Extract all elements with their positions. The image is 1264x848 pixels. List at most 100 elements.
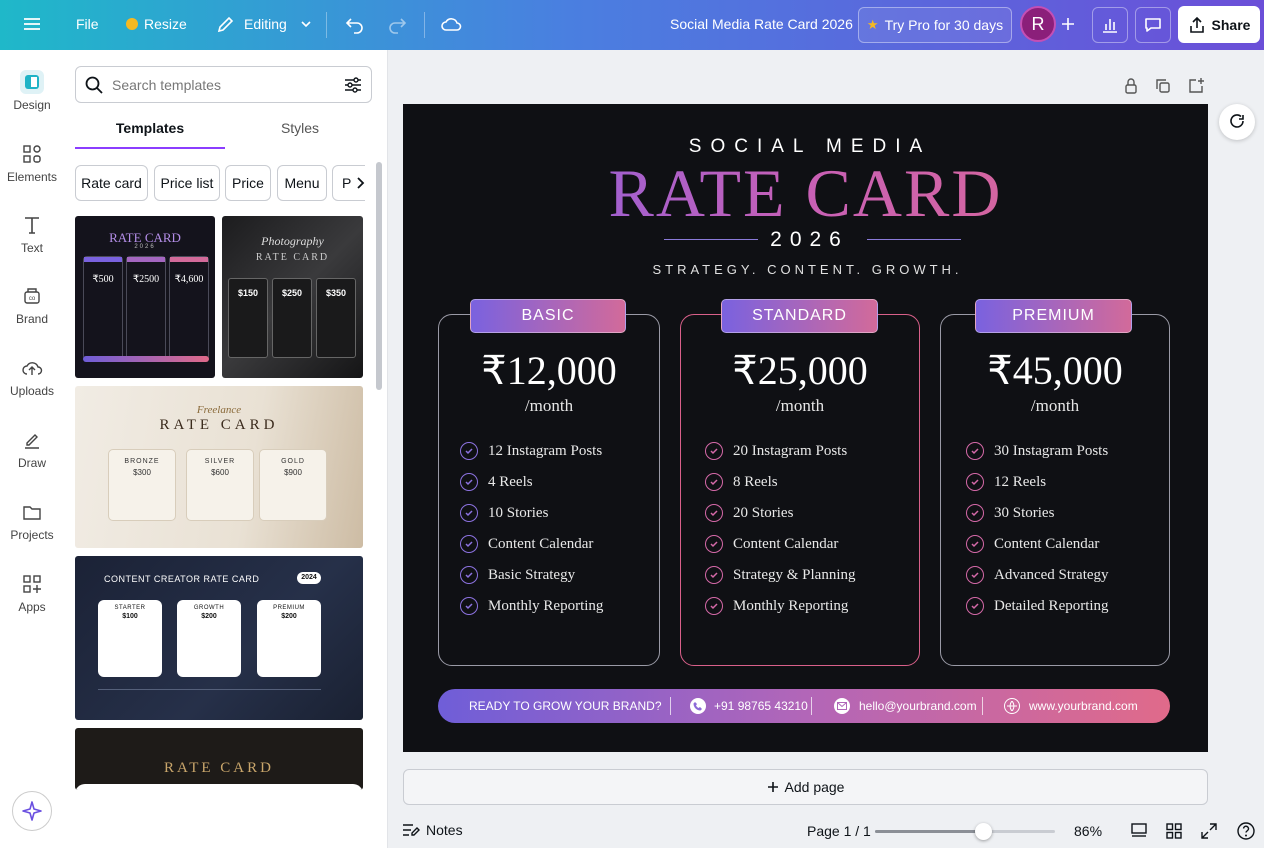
search-input[interactable]: Search templates [112, 77, 343, 93]
thumb-price: $350 [325, 288, 347, 298]
check-circle-icon [705, 535, 723, 553]
grid-view-button[interactable] [1130, 822, 1148, 843]
check-circle-icon [460, 504, 478, 522]
editing-label: Editing [244, 16, 287, 32]
thumb-white-wave [75, 784, 363, 790]
card-title: RATE CARD [403, 154, 1208, 233]
rail-label: Draw [17, 456, 46, 470]
feature-label: Basic Strategy [488, 566, 576, 583]
rail-item-text[interactable]: Text [0, 213, 64, 255]
template-thumbnail[interactable]: RATE CARD [75, 728, 363, 790]
template-thumbnail[interactable]: Photography RATE CARD $150 $250 $350 [222, 216, 363, 378]
plan-header-premium: PREMIUM [975, 299, 1132, 333]
resize-button[interactable]: Resize [126, 16, 187, 32]
add-collaborator-button[interactable] [1060, 14, 1076, 34]
cloud-icon [441, 18, 462, 31]
thumb-footer-line [98, 689, 321, 690]
rail-item-elements[interactable]: Elements [0, 142, 64, 184]
rail-item-apps[interactable]: Apps [0, 572, 64, 614]
feature-item: Basic Strategy [460, 566, 575, 584]
panel-scrollbar[interactable] [376, 162, 382, 390]
thumb-column: $250 [272, 278, 312, 358]
editing-mode-dropdown[interactable]: Editing [216, 14, 313, 34]
footer-phone: +91 98765 43210 [714, 699, 808, 713]
tab-styles[interactable]: Styles [225, 120, 375, 136]
check-circle-icon [966, 597, 984, 615]
templates-panel: Search templates Templates Styles Rate c… [64, 50, 388, 848]
add-page-icon-button[interactable] [1187, 77, 1205, 95]
share-button[interactable]: Share [1178, 6, 1260, 43]
help-button[interactable] [1236, 821, 1256, 844]
chips-scroll-right[interactable] [352, 175, 368, 191]
thumb-price: $250 [281, 288, 303, 298]
zoom-slider-handle[interactable] [975, 823, 992, 840]
document-title[interactable]: Social Media Rate Card 2026 [670, 16, 853, 32]
chip-price[interactable]: Price [225, 165, 271, 201]
fullscreen-button[interactable] [1200, 822, 1218, 843]
lock-icon [1125, 78, 1137, 94]
feature-item: Content Calendar [966, 535, 1099, 553]
file-menu[interactable]: File [76, 16, 99, 32]
brand-icon: co [20, 284, 44, 308]
share-icon [1189, 16, 1204, 33]
chip-rate-card[interactable]: Rate card [75, 165, 148, 201]
try-pro-button[interactable]: ★ Try Pro for 30 days [858, 7, 1012, 43]
feature-item: 8 Reels [705, 473, 778, 491]
zoom-level[interactable]: 86% [1074, 823, 1102, 839]
rail-item-design[interactable]: Design [0, 70, 64, 112]
undo-button[interactable] [345, 14, 365, 34]
chip-menu[interactable]: Menu [277, 165, 327, 201]
elements-icon [20, 142, 44, 166]
thumb-title: Photography [261, 234, 324, 248]
rail-item-uploads[interactable]: Uploads [0, 356, 64, 398]
tab-templates[interactable]: Templates [75, 120, 225, 136]
rail-item-projects[interactable]: Projects [0, 500, 64, 542]
search-box[interactable]: Search templates [75, 66, 372, 103]
pencil-icon [217, 16, 234, 33]
plan-price-standard: ₹25,000 [732, 348, 868, 393]
rail-item-draw[interactable]: Draw [0, 428, 64, 470]
feature-item: 12 Instagram Posts [460, 442, 602, 460]
bottom-bar: Notes Page 1 / 1 86% [388, 814, 1264, 848]
notes-button[interactable]: Notes [402, 822, 463, 838]
grid-icon [1166, 823, 1182, 839]
thumbnails-button[interactable] [1165, 822, 1183, 843]
contact-footer-bar: READY TO GROW YOUR BRAND? +91 98765 4321… [438, 689, 1170, 723]
feature-item: Strategy & Planning [705, 566, 856, 584]
template-thumbnail[interactable]: RATE CARD 2026 ₹500 ₹2500 ₹4,600 [75, 216, 215, 378]
thumb-price: ₹2500 [132, 274, 160, 285]
thumb-price: $200 [201, 613, 217, 620]
help-icon [1237, 822, 1255, 840]
top-bar: File Resize Editing Social Media Rate Ca… [0, 0, 1264, 50]
comments-button[interactable] [1135, 7, 1171, 43]
rail-label: Apps [18, 600, 46, 614]
menu-button[interactable] [22, 14, 42, 34]
feature-item: 20 Stories [705, 504, 793, 522]
feature-item: Detailed Reporting [966, 597, 1109, 615]
projects-icon [20, 500, 44, 524]
cloud-save-button[interactable] [440, 14, 462, 34]
feature-label: Strategy & Planning [733, 566, 856, 583]
duplicate-page-button[interactable] [1154, 77, 1172, 95]
page-indicator[interactable]: Page 1 / 1 [807, 823, 871, 839]
chip-price-list[interactable]: Price list [154, 165, 220, 201]
refresh-button[interactable] [1219, 104, 1255, 140]
zoom-slider[interactable] [875, 823, 1055, 840]
rail-item-brand[interactable]: co Brand [0, 284, 64, 326]
redo-button[interactable] [387, 14, 407, 34]
thumb-column: $150 [228, 278, 268, 358]
insights-button[interactable] [1092, 7, 1128, 43]
template-thumbnail[interactable]: Freelance RATE CARD BRONZE $300 SILVER $… [75, 386, 363, 548]
hamburger-icon [24, 18, 40, 30]
design-canvas[interactable]: SOCIAL MEDIA RATE CARD 2026 STRATEGY. CO… [403, 104, 1208, 752]
lock-page-button[interactable] [1122, 77, 1140, 95]
plan-price-premium: ₹45,000 [987, 348, 1123, 393]
phone-icon [690, 698, 706, 714]
avatar[interactable]: R [1020, 6, 1056, 42]
notes-label: Notes [426, 822, 463, 838]
magic-assistant-button[interactable] [12, 791, 52, 831]
add-page-button[interactable]: Add page [403, 769, 1208, 805]
check-circle-icon [966, 566, 984, 584]
template-thumbnail[interactable]: CONTENT CREATOR RATE CARD 2024 STARTER $… [75, 556, 363, 720]
filter-icon[interactable] [343, 75, 363, 95]
